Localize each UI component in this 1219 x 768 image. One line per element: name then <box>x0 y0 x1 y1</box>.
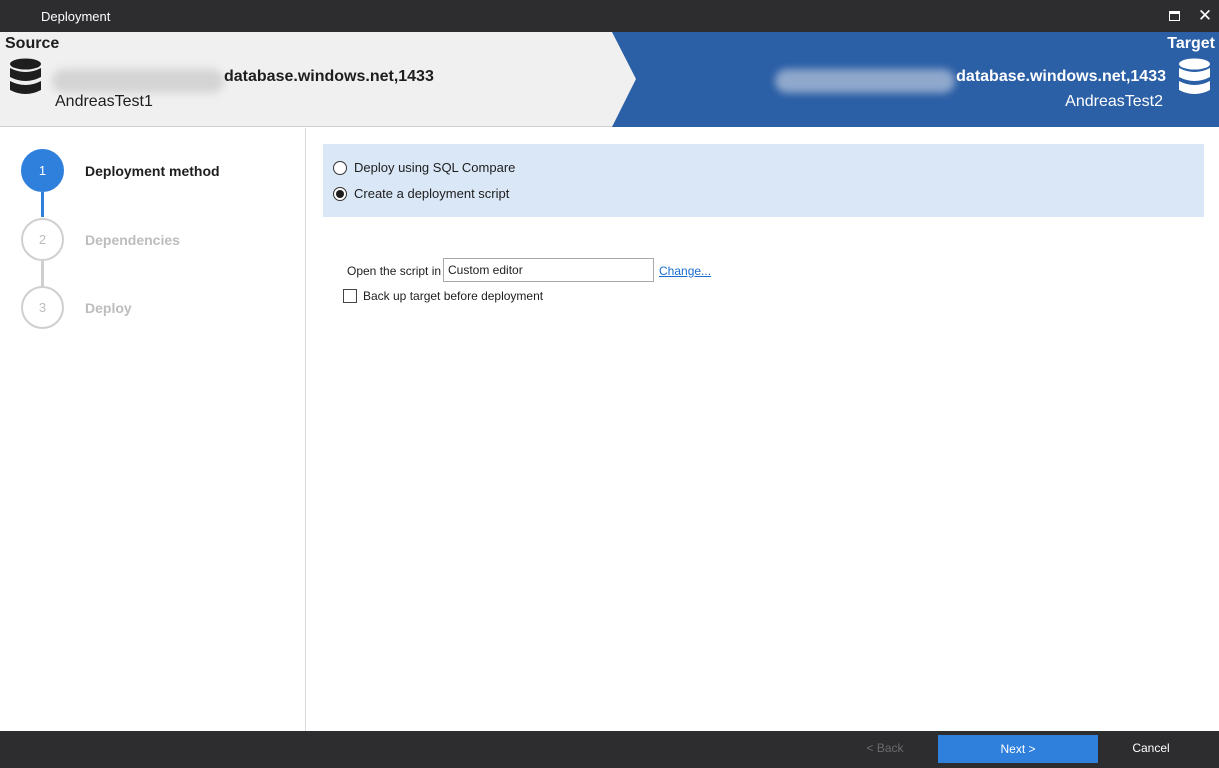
step-connector <box>41 192 44 217</box>
maximize-button[interactable] <box>1162 4 1186 28</box>
step-3-label: Deploy <box>85 300 132 316</box>
source-server-redacted <box>52 69 224 93</box>
title-bar: Deployment ✕ <box>0 0 1219 32</box>
steps-panel: 1 Deployment method 2 Dependencies 3 Dep… <box>0 128 306 731</box>
backup-target-option[interactable]: Back up target before deployment <box>343 289 543 303</box>
option-label: Create a deployment script <box>354 186 510 201</box>
deploy-sql-compare-option[interactable]: Deploy using SQL Compare <box>333 160 515 175</box>
footer-bar: < Back Next > Cancel <box>0 731 1219 768</box>
close-button[interactable]: ✕ <box>1193 4 1217 28</box>
cancel-button[interactable]: Cancel <box>1120 741 1182 755</box>
target-server: database.windows.net,1433 <box>956 68 1166 85</box>
step-1-circle: 1 <box>21 149 64 192</box>
radio-button-selected[interactable] <box>333 186 347 201</box>
step-2-circle: 2 <box>21 218 64 261</box>
create-script-option[interactable]: Create a deployment script <box>333 186 509 201</box>
backup-checkbox[interactable] <box>343 289 357 303</box>
change-editor-link[interactable]: Change... <box>659 264 711 278</box>
radio-dot <box>336 189 344 198</box>
close-icon: ✕ <box>1197 6 1213 25</box>
step-3-circle: 3 <box>21 286 64 329</box>
back-button[interactable]: < Back <box>855 741 915 755</box>
step-2-label: Dependencies <box>85 232 180 248</box>
target-server-redacted <box>775 69 955 93</box>
maximize-icon <box>1168 11 1180 21</box>
source-target-header: Source database.windows.net,1433 Andreas… <box>0 32 1219 127</box>
database-icon <box>10 58 41 94</box>
next-button[interactable]: Next > <box>938 735 1098 763</box>
radio-button-unselected[interactable] <box>333 160 347 175</box>
window-title: Deployment <box>41 9 111 24</box>
deployment-method-options <box>323 144 1204 217</box>
source-label: Source <box>5 35 60 52</box>
target-label: Target <box>1167 35 1215 52</box>
target-database: AndreasTest2 <box>1065 93 1163 110</box>
option-label: Deploy using SQL Compare <box>354 160 516 175</box>
next-button-label: Next > <box>1000 742 1036 756</box>
source-server: database.windows.net,1433 <box>224 68 434 85</box>
database-icon <box>1179 58 1210 94</box>
open-script-label: Open the script in <box>347 264 442 278</box>
source-database: AndreasTest1 <box>55 93 153 110</box>
script-editor-field[interactable] <box>443 258 654 282</box>
step-connector <box>41 261 44 286</box>
step-1-label: Deployment method <box>85 163 220 179</box>
backup-label: Back up target before deployment <box>363 289 544 303</box>
